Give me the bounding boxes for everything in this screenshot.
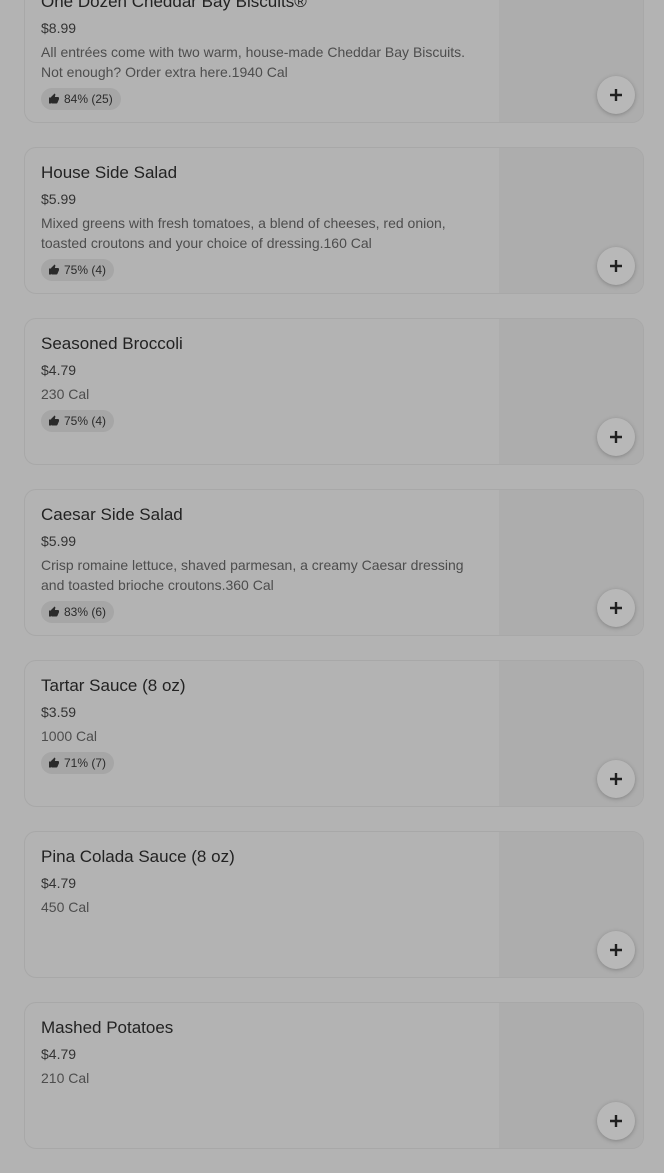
add-to-cart-button[interactable] [597, 931, 635, 969]
menu-item-list: One Dozen Cheddar Bay Biscuits® $8.99 Al… [0, 0, 664, 1173]
add-to-cart-button[interactable] [597, 418, 635, 456]
add-to-cart-button[interactable] [597, 760, 635, 798]
item-price: $5.99 [41, 533, 77, 549]
item-name: Mashed Potatoes [41, 1018, 174, 1037]
plus-icon [610, 773, 622, 785]
rating-badge: 83% (6) [41, 601, 115, 623]
item-description: All entrées come with two warm, house-ma… [41, 44, 466, 80]
thumbs-up-icon [49, 264, 59, 275]
plus-icon [610, 944, 622, 956]
item-price: $8.99 [41, 20, 77, 36]
item-description: 450 Cal [41, 899, 90, 915]
plus-icon [610, 1115, 622, 1127]
menu-item-card[interactable]: Mashed Potatoes $4.79 210 Cal [24, 1002, 644, 1149]
menu-item-card[interactable]: House Side Salad $5.99 Mixed greens with… [24, 147, 644, 294]
plus-icon [610, 260, 622, 272]
item-price: $5.99 [41, 191, 77, 207]
add-to-cart-button[interactable] [597, 76, 635, 114]
rating-badge: 75% (4) [41, 259, 115, 281]
thumbs-up-icon [49, 606, 59, 617]
rating-text: 84% (25) [64, 92, 113, 106]
item-name: House Side Salad [41, 163, 178, 182]
rating-badge: 84% (25) [41, 88, 121, 110]
add-to-cart-button[interactable] [597, 247, 635, 285]
item-description: 1000 Cal [41, 728, 98, 744]
item-price: $3.59 [41, 704, 77, 720]
menu-item-card[interactable]: Caesar Side Salad $5.99 Crisp romaine le… [24, 489, 644, 636]
add-to-cart-button[interactable] [597, 589, 635, 627]
item-description: 210 Cal [41, 1070, 90, 1086]
item-description: Crisp romaine lettuce, shaved parmesan, … [41, 557, 464, 593]
menu-item-card[interactable]: Pina Colada Sauce (8 oz) $4.79 450 Cal [24, 831, 644, 978]
plus-icon [610, 602, 622, 614]
item-price: $4.79 [41, 875, 77, 891]
rating-text: 75% (4) [64, 414, 107, 428]
item-description: 230 Cal [41, 386, 90, 402]
item-price: $4.79 [41, 1046, 77, 1062]
add-to-cart-button[interactable] [597, 1102, 635, 1140]
thumbs-up-icon [49, 93, 59, 104]
rating-text: 83% (6) [64, 605, 107, 619]
item-description: Mixed greens with fresh tomatoes, a blen… [41, 215, 446, 251]
rating-text: 71% (7) [64, 756, 107, 770]
menu-item-card[interactable]: Seasoned Broccoli $4.79 230 Cal 75% (4) [24, 318, 644, 465]
item-name: Pina Colada Sauce (8 oz) [41, 847, 235, 866]
rating-badge: 71% (7) [41, 752, 115, 774]
item-name: One Dozen Cheddar Bay Biscuits® [41, 0, 307, 11]
item-name: Seasoned Broccoli [41, 334, 183, 353]
item-name: Caesar Side Salad [41, 505, 183, 524]
rating-badge: 75% (4) [41, 410, 115, 432]
item-price: $4.79 [41, 362, 77, 378]
plus-icon [610, 431, 622, 443]
menu-item-card[interactable]: One Dozen Cheddar Bay Biscuits® $8.99 Al… [24, 0, 644, 123]
item-name: Tartar Sauce (8 oz) [41, 676, 186, 695]
menu-item-card[interactable]: Tartar Sauce (8 oz) $3.59 1000 Cal 71% (… [24, 660, 644, 807]
plus-icon [610, 89, 622, 101]
thumbs-up-icon [49, 757, 59, 768]
thumbs-up-icon [49, 415, 59, 426]
rating-text: 75% (4) [64, 263, 107, 277]
